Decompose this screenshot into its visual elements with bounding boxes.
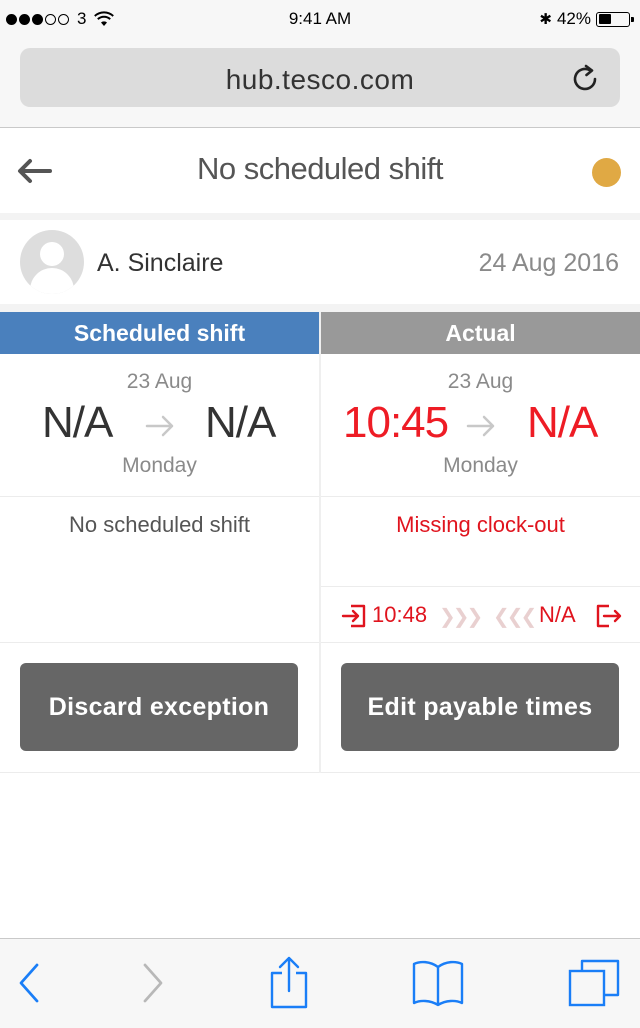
scheduled-shift-heading: Scheduled shift [0,312,319,354]
battery-percent: 42% [556,9,591,28]
clock-out-icon [596,604,622,628]
battery-level [598,14,611,24]
actual-note: Missing clock-out 10:48 ❯❯❯ ❮❮❮ N/A [321,497,640,643]
chevrons-right-icon: ❯❯❯ [439,606,483,628]
actual-start-time: 10:45 [343,398,449,447]
scheduled-note-text: No scheduled shift [69,512,250,537]
edit-payable-times-button[interactable]: Edit payable times [341,663,619,751]
tabs-icon[interactable] [566,957,622,1009]
avatar-body [30,268,74,294]
scheduled-note: No scheduled shift [0,497,319,643]
browser-address-area: hub.tesco.com [0,40,640,128]
arrow-right-icon [145,415,174,437]
actual-day: Monday [443,454,518,477]
scheduled-shift-column: Scheduled shift 23 Aug N/A N/A Monday No… [0,312,319,773]
bluetooth-icon: ✱ [539,11,552,28]
discard-exception-button[interactable]: Discard exception [20,663,298,751]
exception-date: 24 Aug 2016 [478,249,619,277]
back-icon[interactable] [16,961,42,1005]
actual-date: 23 Aug [447,370,514,393]
avatar [20,230,84,294]
employee-name: A. Sinclaire [97,249,224,277]
clock-out-time: N/A [539,602,576,627]
actual-times: 23 Aug 10:45 N/A Monday [321,354,640,497]
scheduled-end-time: N/A [205,398,276,447]
scheduled-start-time: N/A [42,398,113,447]
section-divider [0,213,640,220]
scheduled-times: 23 Aug N/A N/A Monday [0,354,319,497]
status-bar: 3 9:41 AM ✱ 42% [0,0,640,40]
url-text[interactable]: hub.tesco.com [20,64,620,96]
clock-events-row: 10:48 ❯❯❯ ❮❮❮ N/A [321,586,640,643]
avatar-head [40,242,64,266]
bookmarks-icon[interactable] [410,959,466,1007]
actual-end-time: N/A [527,398,598,447]
status-indicator [592,158,621,187]
arrow-right-icon [466,415,495,437]
scheduled-day: Monday [122,454,197,477]
page-title: No scheduled shift [196,151,444,186]
chevrons-left-icon: ❮❮❮ [493,606,537,628]
scheduled-date: 23 Aug [126,370,193,393]
actual-actions: Edit payable times [321,643,640,773]
actual-column: Actual 23 Aug 10:45 N/A Monday Missing c… [321,312,640,773]
battery-icon [596,11,634,27]
browser-toolbar [0,938,640,1028]
forward-icon[interactable] [140,961,166,1005]
missing-clock-out-text: Missing clock-out [396,512,565,537]
section-divider [0,304,640,312]
page-header: No scheduled shift [0,129,640,213]
employee-row: A. Sinclaire 24 Aug 2016 [0,220,640,304]
clock-in-time: 10:48 [372,602,428,627]
address-bar[interactable]: hub.tesco.com [20,48,620,107]
clock-in-icon [341,604,366,628]
actual-heading: Actual [321,312,640,354]
share-icon[interactable] [268,955,310,1011]
scheduled-actions: Discard exception [0,643,319,773]
battery-status: ✱ 42% [539,9,634,29]
reload-icon[interactable] [568,62,602,96]
